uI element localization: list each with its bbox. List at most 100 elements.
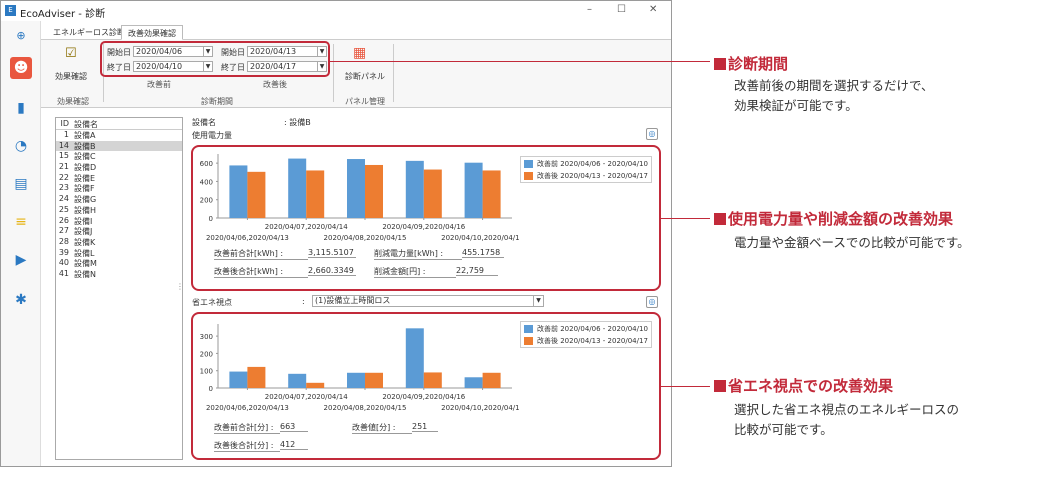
legend-before: 改善前 2020/04/06 - 2020/04/10 [537,325,648,333]
legend-after: 改善後 2020/04/13 - 2020/04/17 [537,337,648,345]
callout-line [330,61,710,62]
database-icon[interactable]: ≡ [10,211,32,233]
x-tick-label: 2020/04/07,2020/04/14 [265,393,348,401]
diagnosis-icon[interactable]: ☻ [10,57,32,79]
bar [405,328,424,388]
before-caption: 改善前 [147,80,171,89]
effect-check-button[interactable]: 効果確認 [55,71,87,82]
item-name: 設備G [74,195,97,205]
separator [333,44,334,102]
item-id: 39 [58,247,69,257]
y-tick-label: 0 [209,385,213,393]
period-highlight [100,41,330,77]
callout-title-power: 使用電力量や削減金額の改善効果 [714,208,953,229]
bar [306,382,325,388]
callout-title-text: 使用電力量や削減金額の改善効果 [728,210,954,228]
list-item[interactable]: 40 設備M [56,258,182,269]
bar [347,159,365,218]
export-icon[interactable]: ◎ [646,128,658,140]
callout-line [661,218,710,219]
list-item[interactable]: 28 設備K [56,237,182,248]
item-name: 設備J [74,227,93,237]
callout-title-period: 診断期間 [714,53,788,74]
effect-group-label: 効果確認 [57,97,89,106]
item-name: 設備E [74,173,96,183]
bullet-square-icon [714,380,726,392]
list-item[interactable]: 1 設備A [56,130,182,141]
list-item[interactable]: 22 設備E [56,173,182,184]
legend-before: 改善前 2020/04/06 - 2020/04/10 [537,160,648,168]
y-tick-label: 0 [209,215,213,223]
close-button[interactable]: ✕ [649,4,657,15]
play-icon[interactable]: ▶ [10,249,32,271]
item-name: 設備I [74,216,93,226]
power-legend: 改善前 2020/04/06 - 2020/04/10 改善後 2020/04/… [520,156,652,183]
calculator-icon[interactable]: ▤ [10,173,32,195]
list-item[interactable]: 39 設備L [56,248,182,259]
power-before-total: 3,115.5107 [308,248,356,258]
view-label: 省エネ視点 [192,298,232,307]
reduce-power: 455.1758 [462,248,504,258]
legend-swatch-before [524,325,533,333]
x-tick-label: 2020/04/10,2020/04/17 [441,234,520,242]
power-before-total-label: 改善前合計[kWh] : [214,248,308,260]
splitter-handle[interactable]: ⋮ [176,282,184,291]
separator [393,44,394,102]
list-item[interactable]: 23 設備F [56,183,182,194]
view-before-total: 663 [280,422,308,432]
gauge-icon[interactable]: ◔ [10,135,32,157]
tab-improvement[interactable]: 改善効果確認 [121,25,183,40]
bar [288,158,307,218]
expand-icon[interactable]: ⊕ [10,25,32,47]
app-logo-icon: E [5,5,16,16]
list-item[interactable]: 25 設備H [56,205,182,216]
checklist-icon: ☑ [65,46,77,61]
item-id: 15 [58,151,69,161]
view-select-value: (1)設備立上時間ロス [315,296,391,305]
bar [347,372,365,388]
legend-after: 改善後 2020/04/13 - 2020/04/17 [537,172,648,180]
list-item[interactable]: 27 設備J [56,226,182,237]
period-group-label: 診断期間 [201,97,233,106]
minimize-button[interactable]: – [587,4,592,15]
reduce-cost: 22,759 [456,266,498,276]
diagnosis-panel-button[interactable]: 診断パネル [345,71,385,82]
list-item[interactable]: 24 設備G [56,194,182,205]
callout-title-text: 省エネ視点での改善効果 [728,377,894,395]
bar [423,372,442,388]
item-id: 25 [58,204,69,214]
bar [423,169,442,218]
reduce-power-label: 削減電力量[kWh] : [374,248,462,260]
desc-line: 比較が可能です。 [734,422,833,437]
item-id: 41 [58,268,69,278]
callout-desc-power: 電力量や金額ベースでの比較が可能です。 [734,233,970,253]
list-item[interactable]: 41 設備N [56,269,182,280]
bar [288,373,307,388]
callout-desc-period: 改善前後の期間を選択するだけで、 効果検証が可能です。 [734,76,934,116]
bullet-square-icon [714,58,726,70]
item-name: 設備A [74,131,96,140]
tab-energy-loss[interactable]: エネルギーロス診断 [47,25,131,40]
item-id: 23 [58,183,69,193]
bar [464,377,483,388]
header-name[interactable]: 設備名 [74,119,98,130]
list-item[interactable]: 26 設備I [56,216,182,227]
x-tick-label: 2020/04/08,2020/04/15 [324,404,407,412]
power-label: 使用電力量 [192,131,232,140]
list-item[interactable]: 15 設備C [56,151,182,162]
bar-chart-icon[interactable]: ▮ [10,97,32,119]
list-item[interactable]: 14 設備B [56,140,182,152]
item-id: 14 [58,140,69,150]
export-icon[interactable]: ◎ [646,296,658,308]
maximize-button[interactable]: ☐ [617,4,626,15]
chevron-down-icon[interactable]: ▼ [533,296,543,306]
settings-gear-icon[interactable]: ✱ [10,289,32,311]
view-select[interactable]: (1)設備立上時間ロス ▼ [312,295,544,307]
header-id[interactable]: ID [56,119,69,128]
power-chart: 0 200 400 600 2020/04/06,2020/04/13 2020/04/0… [200,154,520,242]
window-title: EcoAdviser - 診断 [20,9,106,20]
item-id: 21 [58,162,69,172]
improve-value: 251 [412,422,438,432]
sidebar: ⊕ ☻ ▮ ◔ ▤ ≡ ▶ ✱ [1,21,41,466]
list-item[interactable]: 21 設備D [56,162,182,173]
